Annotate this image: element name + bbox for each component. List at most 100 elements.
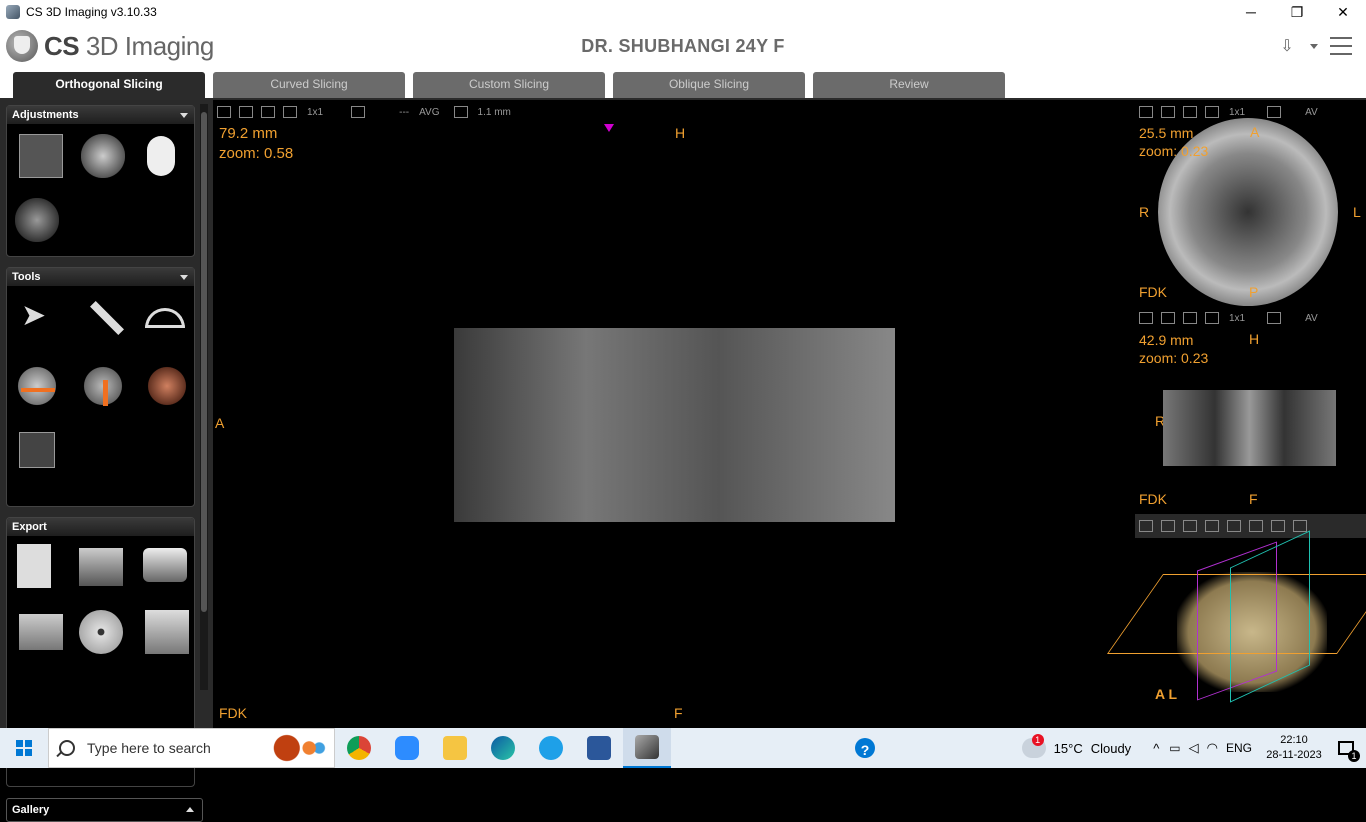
link-icon[interactable] (1267, 106, 1282, 118)
download-icon[interactable]: ⇩ (1276, 36, 1298, 56)
slice-marker-top[interactable] (604, 124, 614, 132)
tab-curved-slicing[interactable]: Curved Slicing (213, 72, 405, 99)
axial-view[interactable]: 1x1 AV 25.5 mm zoom: 0.23 A R L P FDK (1135, 100, 1366, 306)
start-button[interactable] (0, 728, 48, 768)
close-button[interactable]: ✕ (1320, 0, 1366, 24)
mouse-icon[interactable] (147, 136, 175, 176)
internet-explorer-taskbar-button[interactable] (527, 728, 575, 768)
tab-oblique-slicing[interactable]: Oblique Slicing (613, 72, 805, 99)
left-panel-scrollbar[interactable] (200, 104, 208, 690)
protractor-icon[interactable] (143, 296, 187, 340)
volume-3d-view[interactable]: A L (1106, 514, 1366, 728)
axial-render-mode[interactable]: AV (1305, 107, 1318, 118)
tab-orthogonal-slicing[interactable]: Orthogonal Slicing (13, 72, 205, 99)
coronal-layout-label[interactable]: 1x1 (1229, 313, 1245, 324)
slice-thickness[interactable]: 1.1 mm (478, 107, 511, 118)
chevron-down-icon[interactable] (180, 113, 188, 118)
coronal-render-mode[interactable]: AV (1305, 313, 1318, 324)
fit-icon[interactable] (1161, 312, 1175, 324)
speaker-icon[interactable]: ◁ (1189, 740, 1199, 756)
cube-clip-icon[interactable] (1271, 520, 1285, 532)
ruler-icon[interactable] (83, 296, 127, 340)
download-dropdown-icon[interactable] (1310, 43, 1318, 49)
cd-disc-icon[interactable] (79, 610, 123, 654)
notification-center-button[interactable]: 1 (1326, 728, 1366, 768)
dicom-export-icon[interactable] (145, 610, 189, 654)
tab-review[interactable]: Review (813, 72, 1005, 99)
fit-icon[interactable] (1161, 520, 1175, 532)
save-icon[interactable] (217, 106, 231, 118)
printer-icon[interactable] (79, 548, 123, 586)
chevron-down-icon[interactable] (180, 275, 188, 280)
edge-taskbar-button[interactable] (479, 728, 527, 768)
snapshot-icon[interactable] (1183, 106, 1197, 118)
zoom-taskbar-button[interactable] (383, 728, 431, 768)
chevron-up-icon[interactable] (186, 807, 194, 812)
scrollbar-thumb[interactable] (201, 112, 207, 612)
snapshot-icon[interactable] (1183, 520, 1197, 532)
clock-time: 22:10 (1280, 734, 1308, 746)
main-view-top-label: H (675, 125, 686, 141)
link-icon[interactable] (1267, 312, 1282, 324)
maximize-button[interactable]: ❐ (1274, 0, 1320, 24)
camera-icon[interactable] (143, 548, 187, 582)
main-sagittal-view[interactable]: 1x1 --- AVG 1.1 mm 79.2 mm zoom: 0.58 H … (213, 100, 1135, 728)
pointer-icon[interactable]: ➤ (21, 298, 65, 342)
tab-custom-slicing[interactable]: Custom Slicing (413, 72, 605, 99)
save-icon[interactable] (1139, 106, 1153, 118)
network-icon[interactable]: ◠ (1207, 740, 1218, 756)
language-indicator[interactable]: ENG (1226, 741, 1252, 755)
airway-icon[interactable] (81, 364, 125, 408)
report-icon[interactable] (17, 544, 51, 588)
gallery-section[interactable]: Gallery (6, 798, 203, 822)
save-icon[interactable] (1139, 312, 1153, 324)
snapshot-icon[interactable] (1183, 312, 1197, 324)
weather-desc[interactable]: Cloudy (1091, 741, 1131, 756)
square-icon[interactable] (1205, 106, 1219, 118)
battery-icon[interactable]: ▭ (1169, 741, 1180, 755)
adjustments-header[interactable]: Adjustments (7, 106, 194, 124)
thickness-icon[interactable] (453, 106, 468, 118)
cs3d-taskbar-button[interactable] (623, 728, 671, 768)
cube-front-icon[interactable] (1249, 520, 1263, 532)
face-icon[interactable] (145, 364, 189, 408)
tools-header[interactable]: Tools (7, 268, 194, 286)
folder-export-icon[interactable] (19, 614, 63, 650)
coronal-view-toolbar: 1x1 AV (1135, 306, 1318, 330)
coronal-view[interactable]: 1x1 AV 42.9 mm zoom: 0.23 H R F FDK (1135, 306, 1366, 514)
cube-icon[interactable] (1205, 520, 1219, 532)
annotation-icon[interactable] (19, 432, 55, 468)
square-icon[interactable] (283, 106, 297, 118)
cube-outline-icon[interactable] (1293, 520, 1307, 532)
snapshot-icon[interactable] (261, 106, 275, 118)
coronal-ct-image[interactable] (1163, 390, 1336, 466)
skull-2d-icon[interactable] (19, 134, 63, 178)
edge-icon (491, 736, 515, 760)
weather-temp[interactable]: 15°C (1054, 741, 1083, 756)
taskbar-search-box[interactable]: Type here to search (48, 728, 335, 768)
square-icon[interactable] (1205, 312, 1219, 324)
sagittal-ct-image[interactable] (454, 328, 895, 522)
fit-icon[interactable] (1161, 106, 1175, 118)
taskbar-clock[interactable]: 22:10 28-11-2023 (1262, 733, 1326, 763)
skull-3d-icon[interactable] (81, 134, 125, 178)
minimize-button[interactable]: ─ (1228, 0, 1274, 24)
file-explorer-taskbar-button[interactable] (431, 728, 479, 768)
help-taskbar-button[interactable]: ? (841, 728, 889, 768)
panoramic-icon[interactable] (15, 198, 59, 242)
render-mode-select[interactable]: AVG (419, 107, 439, 118)
axial-layout-label[interactable]: 1x1 (1229, 107, 1245, 118)
search-highlight-icon[interactable] (270, 733, 326, 763)
cube-filled-icon[interactable] (1227, 520, 1241, 532)
save-icon[interactable] (1139, 520, 1153, 532)
chrome-taskbar-button[interactable] (335, 728, 383, 768)
word-taskbar-button[interactable] (575, 728, 623, 768)
jaw-nerve-icon[interactable] (15, 364, 59, 408)
chevron-up-icon[interactable]: ^ (1153, 741, 1159, 756)
fit-icon[interactable] (239, 106, 253, 118)
weather-icon[interactable]: 1 (1021, 734, 1046, 758)
export-header[interactable]: Export (7, 518, 194, 536)
hamburger-menu-icon[interactable] (1330, 37, 1352, 55)
link-icon[interactable] (351, 106, 366, 118)
layout-label[interactable]: 1x1 (307, 107, 323, 118)
